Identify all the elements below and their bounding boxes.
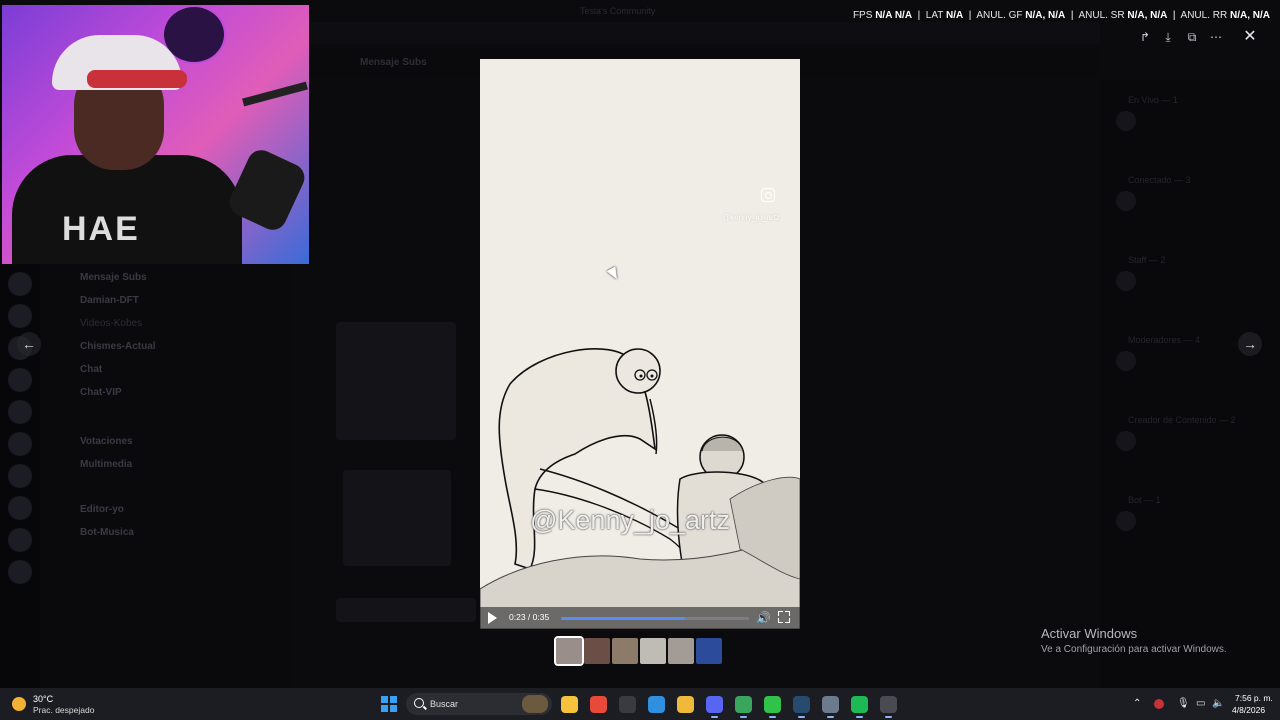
photos-icon[interactable] — [648, 696, 665, 713]
member-group-header: Staff — 2 — [1128, 255, 1166, 265]
chrome-alt-icon[interactable] — [735, 696, 752, 718]
chevron-up-icon[interactable]: ⌃ — [1133, 698, 1141, 709]
server-icon[interactable] — [8, 304, 32, 328]
file-explorer-icon[interactable] — [561, 696, 578, 713]
app-icon[interactable] — [619, 696, 636, 713]
channel-item[interactable]: Videos-Kobes — [80, 318, 142, 329]
media-thumbnail[interactable] — [584, 638, 610, 664]
media-thumbnail[interactable] — [696, 638, 722, 664]
media-thumbnail[interactable] — [640, 638, 666, 664]
shirt-logo: HAE — [62, 210, 140, 248]
search-label: Buscar — [430, 699, 459, 709]
server-icon[interactable] — [8, 272, 32, 296]
member-group-header: Moderadores — 4 — [1128, 335, 1201, 345]
obs-icon[interactable] — [880, 696, 897, 718]
member-group-header: Creador de Contenido — 2 — [1128, 415, 1236, 425]
channel-title: Mensaje Subs — [360, 57, 427, 68]
server-icon[interactable] — [8, 560, 32, 584]
video-player[interactable] — [480, 59, 800, 629]
notice-banner — [310, 22, 1100, 44]
member-avatar[interactable] — [1116, 431, 1136, 451]
chrome-icon[interactable] — [590, 696, 607, 713]
settings-icon[interactable] — [822, 696, 839, 718]
weather-description[interactable]: Prac. despejado — [33, 705, 94, 715]
member-avatar[interactable] — [1116, 191, 1136, 211]
activate-subtitle: Ve a Configuración para activar Windows. — [1041, 644, 1227, 655]
fullscreen-icon[interactable] — [778, 611, 790, 623]
channel-item[interactable]: Editor-yo — [80, 504, 124, 515]
message-image — [336, 322, 456, 440]
next-arrow-icon[interactable]: → — [1238, 332, 1262, 356]
webcam-feed: HAE — [2, 5, 309, 264]
weather-temperature[interactable]: 30°C — [33, 694, 53, 704]
server-icon[interactable] — [8, 464, 32, 488]
greenapp-icon[interactable] — [764, 696, 781, 718]
volume-icon[interactable]: 🔊 — [756, 611, 771, 625]
member-group-header: Bot — 1 — [1128, 495, 1161, 505]
more-icon[interactable]: ⋯ — [1207, 28, 1225, 46]
server-icon[interactable] — [8, 432, 32, 456]
weather-icon[interactable] — [12, 697, 26, 711]
activate-title: Activar Windows — [1041, 626, 1138, 641]
media-thumbnail[interactable] — [554, 636, 584, 666]
sketch-drawing — [480, 59, 800, 629]
server-icon[interactable] — [8, 400, 32, 424]
message-input — [336, 598, 476, 622]
server-icon[interactable] — [8, 496, 32, 520]
discord-icon[interactable] — [706, 696, 723, 718]
microphone-icon[interactable]: 🎙 — [1177, 698, 1190, 709]
message-image — [343, 470, 451, 566]
open-external-icon[interactable]: ⧉ — [1183, 28, 1201, 46]
activate-windows-watermark: Activar Windows Ve a Configuración para … — [1041, 626, 1227, 655]
clock-date[interactable]: 4/8/2026 — [1232, 705, 1265, 715]
video-watermark: @Kenny_jo_artz — [530, 505, 731, 535]
media-thumbnail[interactable] — [612, 638, 638, 664]
video-time: 0:23 / 0:35 — [509, 612, 550, 622]
member-avatar[interactable] — [1116, 511, 1136, 531]
window-title: Tesla's Community — [580, 6, 656, 16]
forward-icon[interactable]: ↱ — [1136, 28, 1154, 46]
clock-time[interactable]: 7:56 p. m. — [1235, 693, 1273, 703]
channel-item[interactable]: Chat — [80, 364, 102, 375]
member-group-header: Conectado — 3 — [1128, 175, 1191, 185]
media-thumbnail[interactable] — [668, 638, 694, 664]
video-progress-fill — [561, 617, 686, 620]
channel-item[interactable]: Mensaje Subs — [80, 272, 147, 283]
performance-overlay: FPS N/A N/A | LAT N/A | ANUL. GF N/A, N/… — [852, 10, 1270, 21]
close-icon[interactable]: ✕ — [1240, 27, 1260, 47]
search-icon — [414, 698, 424, 708]
spotify-icon[interactable] — [851, 696, 868, 718]
mic-arm — [242, 81, 308, 107]
channel-item[interactable]: Votaciones — [80, 436, 133, 447]
video-progress-bar[interactable] — [561, 617, 749, 620]
server-list — [0, 264, 40, 688]
download-icon[interactable]: ⤓ — [1159, 28, 1177, 46]
channel-item[interactable]: Chismes-Actual — [80, 341, 156, 352]
channel-item[interactable]: Bot-Musica — [80, 527, 134, 538]
previous-arrow-icon[interactable]: ← — [17, 332, 41, 356]
member-avatar[interactable] — [1116, 351, 1136, 371]
cap-brim — [87, 70, 187, 88]
member-avatar[interactable] — [1116, 111, 1136, 131]
network-icon[interactable]: ▭ — [1196, 698, 1205, 709]
tray-app-icon[interactable] — [1154, 699, 1164, 709]
member-group-header: En Vivo — 1 — [1128, 95, 1178, 105]
server-icon[interactable] — [8, 528, 32, 552]
windows-start-icon[interactable] — [381, 696, 397, 712]
search-highlight-icon — [522, 695, 548, 713]
instagram-handle: @kenny_jo_artz — [722, 213, 780, 222]
channel-item[interactable]: Multimedia — [80, 459, 132, 470]
steam-icon[interactable] — [793, 696, 810, 718]
instagram-icon — [761, 188, 775, 202]
member-avatar[interactable] — [1116, 271, 1136, 291]
channel-list — [40, 264, 290, 688]
speaker-icon[interactable]: 🔈 — [1212, 698, 1224, 709]
channel-item[interactable]: Chat-VIP — [80, 387, 122, 398]
play-icon[interactable] — [488, 612, 497, 624]
channel-item[interactable]: Damian-DFT — [80, 295, 139, 306]
folder-icon[interactable] — [677, 696, 694, 713]
server-icon[interactable] — [8, 368, 32, 392]
member-list — [1100, 80, 1280, 688]
taskbar — [0, 688, 1280, 720]
